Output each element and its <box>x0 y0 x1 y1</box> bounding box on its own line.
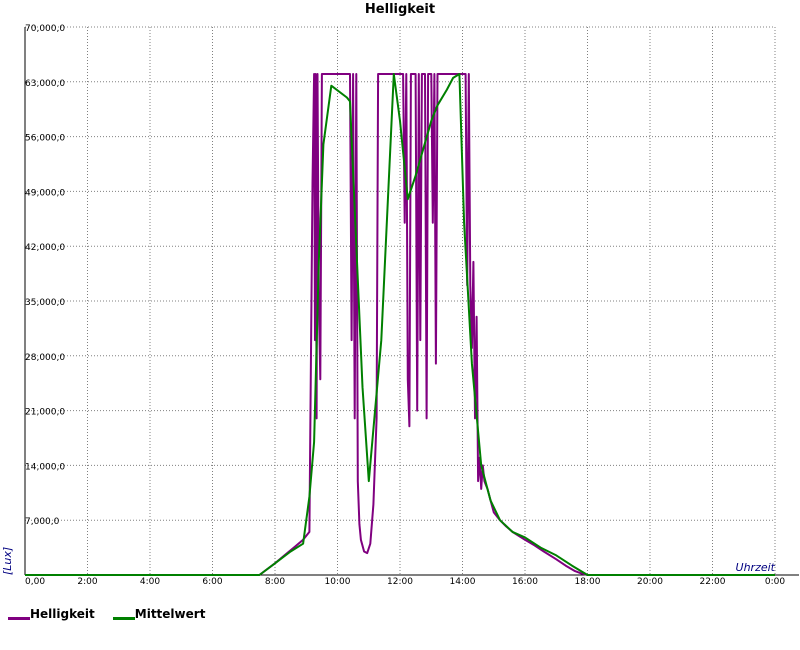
legend-label-mittelwert: Mittelwert <box>134 607 206 621</box>
x-tick-label: 6:00 <box>202 577 222 587</box>
y-tick-label: 70,000,0 <box>25 24 65 34</box>
y-tick-label: 56,000,0 <box>25 134 65 144</box>
legend-swatch-helligkeit <box>8 616 30 620</box>
y-tick-label: 28,000,0 <box>25 353 65 363</box>
y-tick-label: 63,000,0 <box>25 79 65 89</box>
x-tick-label: 2:00 <box>77 577 97 587</box>
chart-title: Helligkeit <box>365 2 435 17</box>
y-tick-label: 35,000,0 <box>25 298 65 308</box>
y-tick-label: 7,000,0 <box>25 517 60 527</box>
x-tick-labels: 0,00 2:00 4:00 6:00 8:00 10:00 12:00 14:00 16:00… <box>25 577 785 587</box>
y-tick-label: 21,000,0 <box>25 408 65 418</box>
x-tick-label: 12:00 <box>387 577 413 587</box>
x-tick-label: 20:00 <box>637 577 663 587</box>
y-axis-label: [Lux] <box>1 547 14 575</box>
x-tick-label: 4:00 <box>140 577 160 587</box>
x-tick-label: 0:00 <box>765 577 785 587</box>
x-tick-label: 8:00 <box>265 577 285 587</box>
x-tick-label: 18:00 <box>575 577 601 587</box>
legend: Helligkeit Mittelwert <box>8 607 205 621</box>
y-tick-label: 14,000,0 <box>25 462 65 472</box>
legend-label-helligkeit: Helligkeit <box>30 607 95 621</box>
grid <box>25 26 776 575</box>
x-tick-label: 14:00 <box>450 577 476 587</box>
legend-swatch-mittelwert <box>112 616 135 620</box>
x-tick-label: 0,00 <box>25 577 45 587</box>
x-axis-label: Uhrzeit <box>736 561 776 574</box>
legend-item-mittelwert: Mittelwert <box>112 607 206 621</box>
y-tick-labels: 70,000,0 63,000,0 56,000,0 49,000,0 42,000,0… <box>25 24 65 527</box>
y-tick-label: 49,000,0 <box>25 188 65 198</box>
x-tick-label: 10:00 <box>325 577 351 587</box>
x-tick-label: 16:00 <box>512 577 538 587</box>
x-tick-label: 22:00 <box>700 577 726 587</box>
legend-item-helligkeit: Helligkeit <box>8 607 95 621</box>
chart: Helligkeit 70,000,0 63,000,0 56,000,0 49,00… <box>1 2 799 587</box>
y-tick-label: 42,000,0 <box>25 243 65 253</box>
